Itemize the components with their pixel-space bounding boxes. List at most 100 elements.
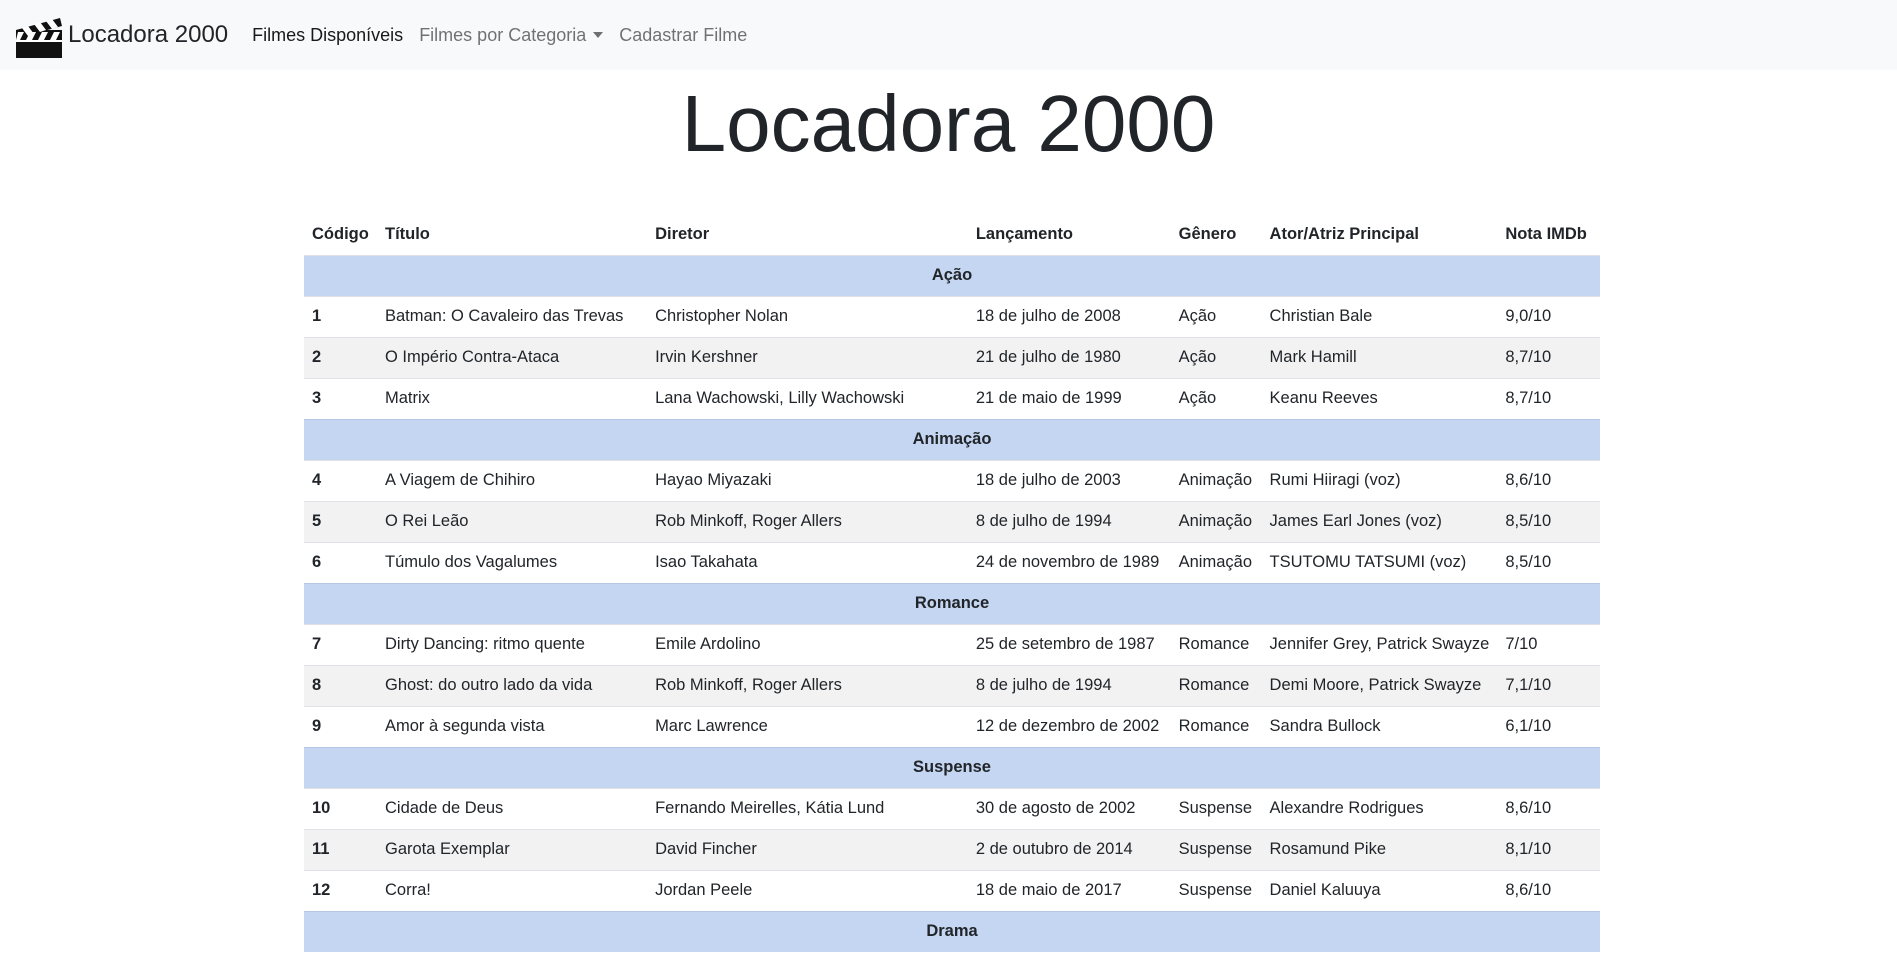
cell-codigo: 11 bbox=[304, 828, 377, 870]
cell-genero: Animação bbox=[1170, 500, 1262, 542]
cell-ator: TSUTOMU TATSUMI (voz) bbox=[1261, 541, 1498, 583]
cell-lancamento: 25 de setembro de 1987 bbox=[967, 623, 1171, 665]
nav-filmes-por-categoria-dropdown[interactable]: Filmes por Categoria bbox=[419, 24, 604, 46]
cell-codigo: 4 bbox=[304, 459, 377, 501]
table-header-row: Código Título Diretor Lançamento Gênero … bbox=[304, 214, 1600, 256]
cell-titulo: Batman: O Cavaleiro das Trevas bbox=[376, 295, 648, 337]
category-row: Suspense bbox=[304, 746, 1600, 788]
brand-name: Locadora 2000 bbox=[68, 21, 229, 48]
cell-lancamento: 8 de julho de 1994 bbox=[967, 664, 1171, 706]
cell-titulo: Ghost: do outro lado da vida bbox=[376, 664, 648, 706]
header-ator-principal: Ator/Atriz Principal bbox=[1261, 214, 1498, 256]
nav-filmes-por-categoria-label: Filmes por Categoria bbox=[419, 24, 587, 45]
cell-genero: Romance bbox=[1170, 623, 1262, 665]
cell-diretor: Lana Wachowski, Lilly Wachowski bbox=[647, 377, 968, 419]
header-diretor: Diretor bbox=[647, 214, 968, 256]
category-label: Drama bbox=[304, 910, 1600, 952]
cell-genero: Animação bbox=[1170, 459, 1262, 501]
brand-link[interactable]: Locadora 2000 bbox=[14, 10, 228, 60]
cell-nota: 7/10 bbox=[1497, 623, 1600, 665]
cell-ator: Rumi Hiiragi (voz) bbox=[1261, 459, 1498, 501]
cell-ator: Christian Bale bbox=[1261, 295, 1498, 337]
header-codigo: Código bbox=[304, 214, 377, 256]
cell-titulo: O Império Contra-Ataca bbox=[376, 336, 648, 378]
cell-ator: Alexandre Rodrigues bbox=[1261, 787, 1498, 829]
cell-genero: Ação bbox=[1170, 377, 1262, 419]
caret-down-icon bbox=[593, 32, 604, 38]
cell-genero: Suspense bbox=[1170, 828, 1262, 870]
cell-lancamento: 18 de julho de 2008 bbox=[967, 295, 1171, 337]
cell-nota: 9,0/10 bbox=[1497, 295, 1600, 337]
cell-codigo: 1 bbox=[304, 295, 377, 337]
cell-nota: 8,7/10 bbox=[1497, 336, 1600, 378]
cell-codigo: 8 bbox=[304, 664, 377, 706]
nav-cadastrar-filme[interactable]: Cadastrar Filme bbox=[619, 25, 747, 46]
cell-ator: Sandra Bullock bbox=[1261, 705, 1498, 747]
movies-table: Código Título Diretor Lançamento Gênero … bbox=[304, 214, 1600, 952]
table-row: 4A Viagem de Chihiro Hayao Miyazaki 18 de … bbox=[304, 459, 1600, 501]
cell-nota: 8,6/10 bbox=[1497, 869, 1600, 911]
cell-genero: Ação bbox=[1170, 295, 1262, 337]
cell-codigo: 2 bbox=[304, 336, 377, 378]
cell-nota: 8,1/10 bbox=[1497, 828, 1600, 870]
nav-links: Filmes Disponíveis Filmes por Categoria … bbox=[252, 25, 763, 46]
cell-lancamento: 24 de novembro de 1989 bbox=[967, 541, 1171, 583]
table-row: 8 Ghost: do outro lado da vida Rob Minkoff… bbox=[304, 664, 1600, 706]
cell-titulo: Dirty Dancing: ritmo quente bbox=[376, 623, 648, 665]
table-row: 11 Garota Exemplar David Fincher 2 de outub… bbox=[304, 828, 1600, 870]
cell-genero: Ação bbox=[1170, 336, 1262, 378]
header-genero: Gênero bbox=[1170, 214, 1262, 256]
cell-lancamento: 18 de julho de 2003 bbox=[967, 459, 1171, 501]
cell-titulo: Amor à segunda vista bbox=[376, 705, 648, 747]
navbar: Locadora 2000 Filmes Disponíveis Filmes … bbox=[0, 0, 1897, 70]
cell-diretor: Rob Minkoff, Roger Allers bbox=[647, 500, 968, 542]
category-row: Ação bbox=[304, 254, 1600, 296]
cell-nota: 6,1/10 bbox=[1497, 705, 1600, 747]
category-label: Animação bbox=[304, 418, 1600, 460]
table-row: 12 Corra! Jordan Peele 18 de maio de 2017 Su… bbox=[304, 869, 1600, 911]
table-body: Ação 1 Batman: O Cavaleiro das Trevas Chris… bbox=[304, 254, 1600, 952]
cell-titulo: Matrix bbox=[376, 377, 648, 419]
cell-ator: Rosamund Pike bbox=[1261, 828, 1498, 870]
header-titulo: Título bbox=[376, 214, 648, 256]
header-nota-imdb: Nota IMDb bbox=[1497, 214, 1600, 256]
cell-codigo: 6 bbox=[304, 541, 377, 583]
cell-diretor: Marc Lawrence bbox=[647, 705, 968, 747]
cell-genero: Animação bbox=[1170, 541, 1262, 583]
cell-titulo: O Rei Leão bbox=[376, 500, 648, 542]
cell-lancamento: 18 de maio de 2017 bbox=[967, 869, 1171, 911]
page-title: Locadora 2000 bbox=[681, 79, 1216, 168]
cell-nota: 8,5/10 bbox=[1497, 500, 1600, 542]
cell-nota: 8,6/10 bbox=[1497, 787, 1600, 829]
nav-filmes-disponiveis[interactable]: Filmes Disponíveis bbox=[252, 25, 403, 46]
cell-ator: Mark Hamill bbox=[1261, 336, 1498, 378]
cell-diretor: Rob Minkoff, Roger Allers bbox=[647, 664, 968, 706]
cell-diretor: Jordan Peele bbox=[647, 869, 968, 911]
cell-lancamento: 30 de agosto de 2002 bbox=[967, 787, 1171, 829]
cell-genero: Suspense bbox=[1170, 787, 1262, 829]
table-row: 9 Amor à segunda vista Marc Lawrence 12 de … bbox=[304, 705, 1600, 747]
table-row: 3 Matrix Lana Wachowski, Lilly Wachowski 21… bbox=[304, 377, 1600, 419]
category-label: Suspense bbox=[304, 746, 1600, 788]
table-row: 10 Cidade de Deus Fernando Meirelles, Káti… bbox=[304, 787, 1600, 829]
cell-ator: Jennifer Grey, Patrick Swayze bbox=[1261, 623, 1498, 665]
header-lancamento: Lançamento bbox=[967, 214, 1171, 256]
cell-ator: Demi Moore, Patrick Swayze bbox=[1261, 664, 1498, 706]
cell-diretor: Isao Takahata bbox=[647, 541, 968, 583]
cell-titulo: Túmulo dos Vagalumes bbox=[376, 541, 648, 583]
cell-titulo: A Viagem de Chihiro bbox=[376, 459, 648, 501]
table-row: 1 Batman: O Cavaleiro das Trevas Christoph… bbox=[304, 295, 1600, 337]
table-row: 6 Túmulo dos Vagalumes Isao Takahata 24 de … bbox=[304, 541, 1600, 583]
category-label: Ação bbox=[304, 254, 1600, 296]
cell-diretor: Irvin Kershner bbox=[647, 336, 968, 378]
cell-lancamento: 2 de outubro de 2014 bbox=[967, 828, 1171, 870]
cell-titulo: Corra! bbox=[376, 869, 648, 911]
cell-genero: Suspense bbox=[1170, 869, 1262, 911]
cell-genero: Romance bbox=[1170, 705, 1262, 747]
cell-genero: Romance bbox=[1170, 664, 1262, 706]
cell-codigo: 7 bbox=[304, 623, 377, 665]
cell-diretor: Christopher Nolan bbox=[647, 295, 968, 337]
table-row: 5O Rei Leão Rob Minkoff, Roger Allers 8 de… bbox=[304, 500, 1600, 542]
cell-nota: 8,5/10 bbox=[1497, 541, 1600, 583]
cell-titulo: Garota Exemplar bbox=[376, 828, 648, 870]
